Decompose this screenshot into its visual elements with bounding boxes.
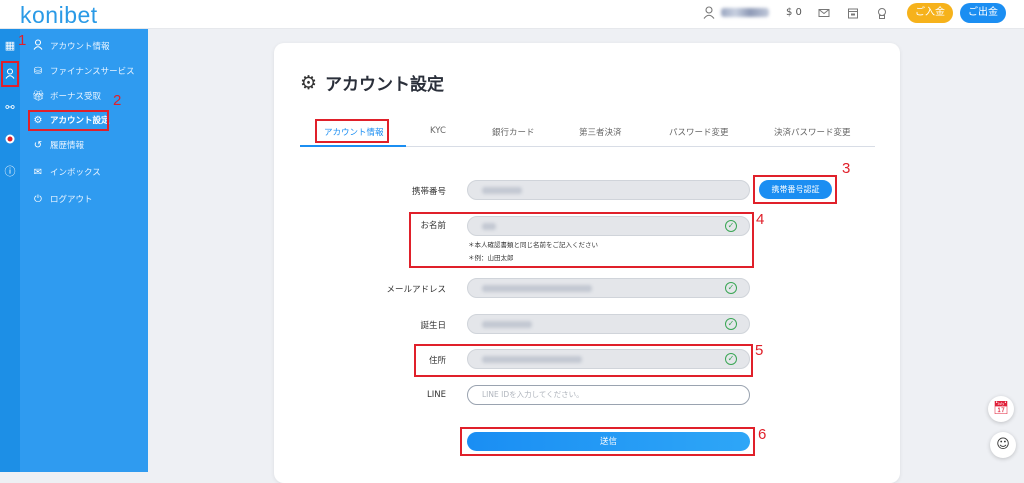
tab-bank-card[interactable]: 銀行カード — [492, 126, 535, 138]
email-value-redacted — [482, 285, 592, 292]
birthday-field[interactable]: ✓ — [467, 314, 750, 334]
annotation-number-4: 4 — [756, 211, 765, 228]
icon-rail: ▦ ⚯ ⓘ — [0, 29, 20, 472]
user-icon — [703, 6, 715, 19]
verified-check-icon: ✓ — [725, 318, 737, 330]
record-icon[interactable] — [2, 133, 18, 149]
sidebar-item-label: インボックス — [50, 168, 101, 178]
sidebar-item-label: ファイナンスサービス — [50, 67, 135, 77]
top-header: konibet $ 0 ご入金 ご出金 — [0, 0, 1024, 29]
calendar-icon[interactable] — [846, 6, 860, 20]
history-icon: ↺ — [33, 139, 43, 151]
annotation-box-tab — [315, 119, 389, 143]
phone-value-redacted — [482, 187, 522, 194]
gift-calendar-float-button[interactable]: 📅︎ — [988, 396, 1014, 422]
phone-label: 携帯番号 — [411, 187, 446, 197]
birthday-value-redacted — [482, 321, 532, 328]
mail-icon[interactable] — [817, 6, 831, 20]
annotation-box-5 — [414, 344, 753, 377]
birthday-label: 誕生日 — [420, 321, 446, 331]
annotation-box-6 — [460, 427, 755, 456]
finance-icon: ⛁ — [33, 65, 43, 77]
info-icon[interactable]: ⓘ — [2, 164, 18, 180]
sidebar-item-inbox[interactable]: ✉ インボックス — [32, 163, 101, 181]
logout-icon: ⏻ — [34, 193, 42, 205]
tab-kyc[interactable]: KYC — [430, 126, 446, 136]
mail-icon: ✉ — [33, 166, 43, 178]
tab-password-change[interactable]: パスワード変更 — [669, 126, 729, 138]
withdraw-button[interactable]: ご出金 — [960, 3, 1006, 23]
support-icon[interactable] — [875, 6, 889, 20]
side-menu: アカウント情報 ⛁ ファイナンスサービス 🎁︎ ボーナス受取 ⚙ アカウント設定… — [20, 29, 148, 472]
tab-payment-password-change[interactable]: 決済パスワード変更 — [774, 126, 851, 138]
tab-third-party-payment[interactable]: 第三者決済 — [579, 126, 622, 138]
support-24h-float-button[interactable]: ☺ — [990, 432, 1016, 458]
username-redacted — [721, 8, 769, 17]
page-title: ⚙ アカウント設定 — [300, 70, 445, 96]
user-icon — [32, 39, 44, 53]
gear-icon: ⚙ — [300, 71, 318, 94]
annotation-number-5: 5 — [755, 342, 764, 359]
sidebar-item-bonus[interactable]: 🎁︎ ボーナス受取 — [32, 87, 101, 105]
annotation-number-3: 3 — [842, 160, 851, 177]
active-tab-indicator — [300, 145, 406, 147]
user-menu[interactable] — [703, 6, 769, 19]
sidebar-item-finance[interactable]: ⛁ ファイナンスサービス — [32, 62, 135, 80]
annotation-box-4 — [409, 212, 754, 268]
verified-check-icon: ✓ — [725, 282, 737, 294]
annotation-number-2: 2 — [113, 92, 122, 109]
sidebar-item-history[interactable]: ↺ 履歴情報 — [32, 136, 84, 154]
line-label: LINE — [427, 390, 446, 400]
logo[interactable]: konibet — [20, 2, 98, 29]
email-label: メールアドレス — [386, 285, 446, 295]
sidebar-item-account-info[interactable]: アカウント情報 — [32, 37, 110, 55]
page-title-text: アカウント設定 — [325, 75, 445, 95]
annotation-number-1: 1 — [18, 32, 27, 49]
sidebar-item-label: ボーナス受取 — [50, 92, 102, 102]
sidebar-item-label: ログアウト — [50, 195, 93, 205]
annotation-number-6: 6 — [758, 426, 767, 443]
annotation-box-3 — [753, 175, 837, 204]
line-id-input[interactable]: LINE IDを入力してください。 — [467, 385, 750, 405]
share-icon[interactable]: ⚯ — [2, 100, 18, 116]
deposit-button[interactable]: ご入金 — [907, 3, 953, 23]
annotation-box-2 — [28, 110, 109, 131]
balance: $ 0 — [786, 7, 802, 18]
phone-field[interactable] — [467, 180, 750, 200]
sidebar-item-label: 履歴情報 — [50, 141, 85, 151]
gift-icon: 🎁︎ — [32, 90, 45, 102]
sidebar-item-logout[interactable]: ⏻ ログアウト — [32, 190, 93, 208]
annotation-box-1 — [1, 61, 19, 87]
sidebar-item-label: アカウント情報 — [50, 42, 110, 52]
email-field[interactable]: ✓ — [467, 278, 750, 298]
grid-icon[interactable]: ▦ — [2, 38, 18, 54]
